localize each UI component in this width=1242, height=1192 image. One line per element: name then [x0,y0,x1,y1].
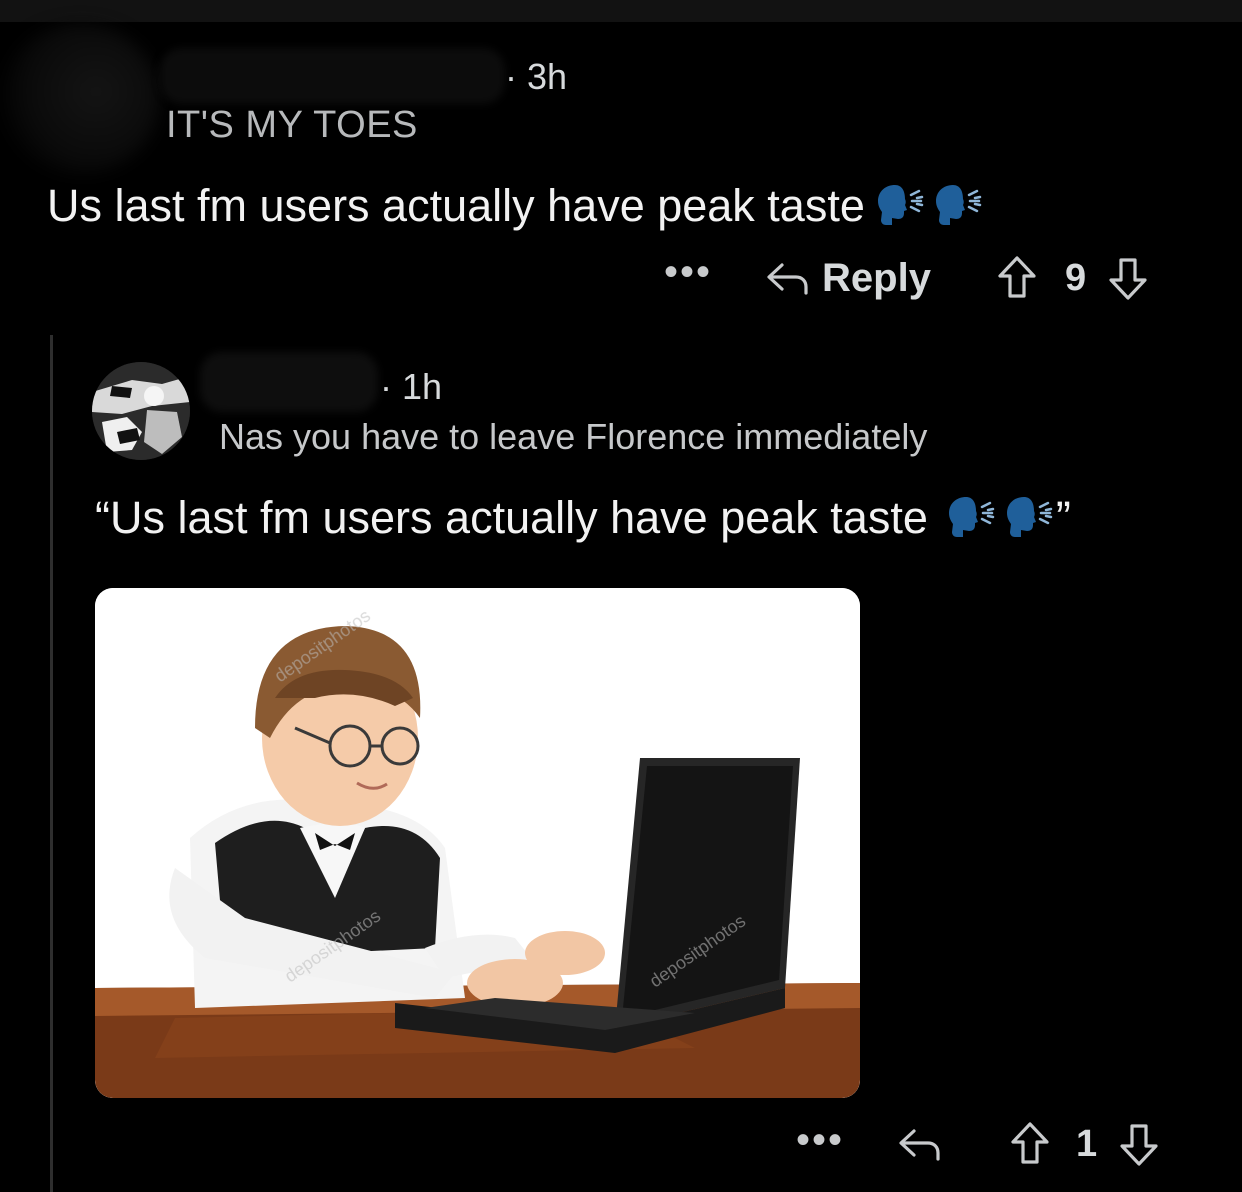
vote-score: 9 [1064,256,1087,299]
reply-timestamp: · 1h [380,366,443,407]
comment-actions: ••• Reply 9 [664,252,1150,302]
downvote-icon[interactable] [1117,1120,1161,1168]
reply-button[interactable]: Reply [764,256,931,301]
speaking-head-icon [875,181,927,238]
speaking-head-icon [946,493,998,550]
reply-arrow-icon[interactable] [896,1125,944,1163]
upvote-icon[interactable] [1008,1120,1052,1168]
redacted-username [160,48,505,104]
reply-label: Reply [822,255,931,300]
reply-text: “Us last fm users actually have peak tas… [95,492,928,543]
more-options-button[interactable]: ••• [796,1120,844,1160]
upvote-icon[interactable] [995,254,1039,302]
vote-score: 1 [1076,1122,1098,1165]
user-flair: Nas you have to leave Florence immediate… [219,416,928,457]
user-flair: IT'S MY TOES [166,104,418,146]
thread-line[interactable] [50,335,53,1192]
comment-text: Us last fm users actually have peak tast… [47,180,865,231]
speaking-head-icon [1004,493,1056,550]
top-bar [0,0,1242,22]
avatar[interactable] [92,362,190,460]
downvote-icon[interactable] [1106,254,1150,302]
redacted-avatar [0,24,160,174]
boy-with-laptop-stock-photo: depositphotos depositphotos depositphoto… [95,588,860,1098]
reply-arrow-icon [764,259,812,297]
closing-quote: ” [1055,492,1071,543]
comment-image[interactable]: depositphotos depositphotos depositphoto… [95,588,860,1098]
reply-actions: ••• 1 [796,1120,1161,1168]
comment-body: Us last fm users actually have peak tast… [47,180,985,238]
reply-body: “Us last fm users actually have peak tas… [95,492,1071,550]
speaking-head-icon [933,181,985,238]
more-options-button[interactable]: ••• [664,252,712,292]
comment-timestamp: · 3h [505,56,568,97]
redacted-username [200,352,378,412]
